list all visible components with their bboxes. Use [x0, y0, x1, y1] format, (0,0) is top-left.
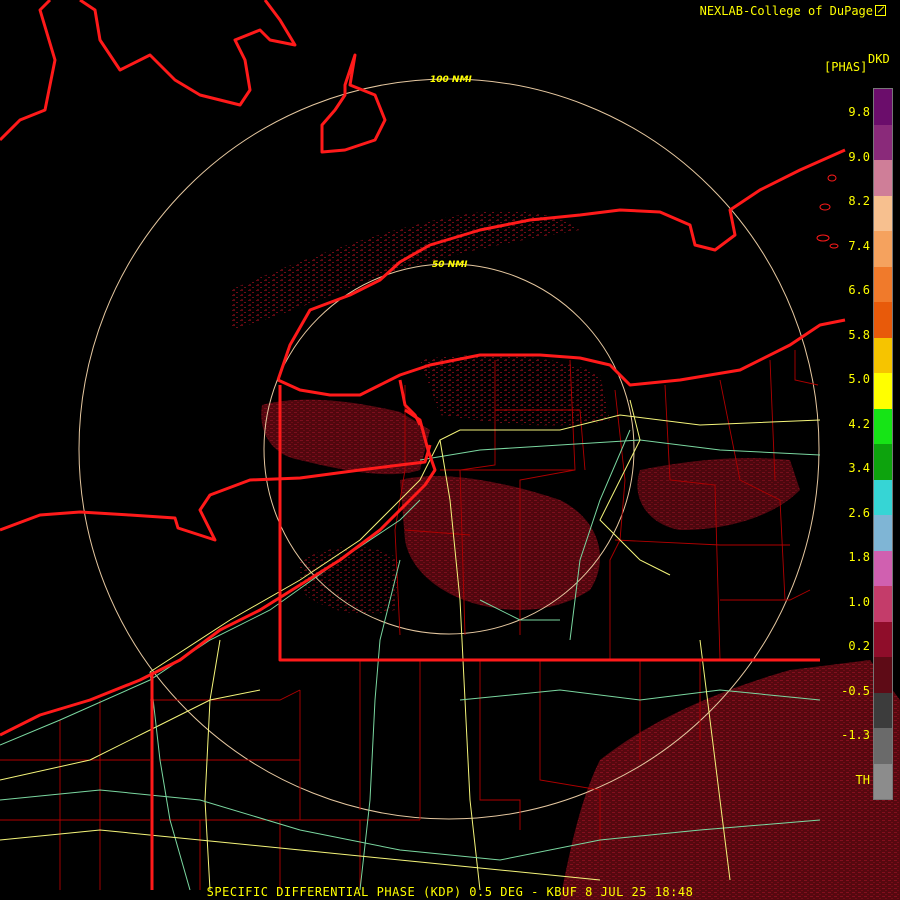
- legend-tick-label: 2.6: [848, 505, 870, 520]
- legend-tick-label: TH: [855, 772, 870, 787]
- north-coast-line: [79, 0, 297, 107]
- legend-swatch: [874, 337, 892, 373]
- legend-swatch: [874, 621, 892, 657]
- legend-tick-label: 5.8: [848, 327, 870, 342]
- legend-swatch: [874, 89, 892, 125]
- north-shore-inlet: [0, 0, 57, 142]
- legend-swatch: [874, 195, 892, 231]
- legend-color-bar: [873, 88, 893, 800]
- echo-north-scatter: [230, 210, 580, 330]
- legend-swatch: [874, 479, 892, 515]
- product-caption: SPECIFIC DIFFERENTIAL PHASE (KDP) 0.5 DE…: [206, 885, 694, 899]
- legend-swatch: [874, 657, 892, 693]
- legend-tick-label: 8.2: [848, 194, 870, 208]
- legend-unit-label: [PHAS]: [824, 60, 868, 74]
- legend-tick-label: 1.8: [848, 550, 870, 564]
- islands: [816, 174, 839, 249]
- legend-swatch: [874, 266, 892, 302]
- legend-tick-label: 7.4: [848, 238, 870, 253]
- legend-product-label: DKD: [868, 52, 890, 66]
- credit-text: NEXLAB-College of DuPage: [699, 4, 873, 18]
- legend-tick-label: -0.5: [841, 683, 870, 698]
- radar-echo-layer: [230, 210, 900, 900]
- legend-swatch: [874, 692, 892, 728]
- legend-swatch: [874, 728, 892, 764]
- range-ring-100-label: 100 NMI: [430, 75, 472, 85]
- legend-tick-label: 9.0: [848, 149, 870, 164]
- legend-swatch: [874, 231, 892, 267]
- legend-swatch: [874, 550, 892, 586]
- legend-tick-label: 6.6: [848, 283, 870, 297]
- legend-swatch: [874, 408, 892, 444]
- legend-swatch: [874, 373, 892, 409]
- echo-south-core: [400, 476, 600, 610]
- external-link-icon[interactable]: [875, 5, 886, 16]
- legend-swatch: [874, 124, 892, 160]
- echo-center-scatter: [420, 355, 610, 426]
- legend-tick-label: 3.4: [848, 461, 870, 475]
- legend-tick-label: 9.8: [848, 105, 870, 119]
- radar-map: 100 NMI 50 NMI: [0, 0, 900, 900]
- legend-tick-label: 0.2: [848, 639, 870, 653]
- legend-swatch: [874, 302, 892, 338]
- legend-tick-label: 1.0: [848, 594, 870, 609]
- range-ring-50-label: 50 NMI: [432, 260, 468, 270]
- legend-swatch: [874, 515, 892, 551]
- legend-tick-label: -1.3: [841, 728, 870, 742]
- legend-tick-label: 4.2: [848, 416, 870, 431]
- legend-swatch: [874, 160, 892, 196]
- legend-swatch: [874, 586, 892, 622]
- legend-swatch: [874, 763, 892, 799]
- legend-tick-label: 5.0: [848, 372, 870, 386]
- lake-simcoe: [320, 53, 387, 154]
- legend-swatch: [874, 444, 892, 480]
- credit-label: NEXLAB-College of DuPage: [700, 4, 886, 18]
- echo-southwest-scatter: [300, 546, 400, 614]
- echo-east-band: [637, 458, 800, 530]
